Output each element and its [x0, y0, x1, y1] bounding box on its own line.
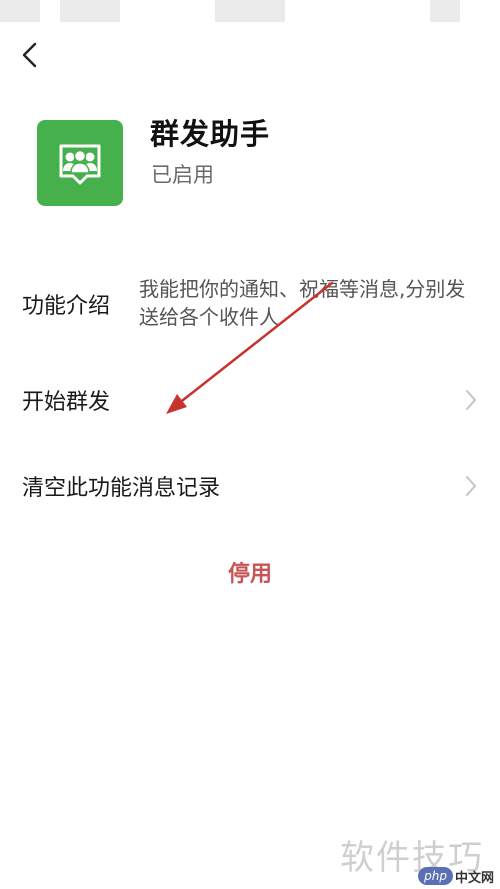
- chevron-right-icon: [466, 476, 476, 496]
- status-bar-blur: [215, 0, 285, 22]
- clear-history-label: 清空此功能消息记录: [22, 476, 221, 501]
- chevron-left-icon: [22, 42, 37, 68]
- site-name: 中文网: [454, 870, 494, 886]
- site-logo: php: [418, 867, 453, 885]
- feature-intro-label: 功能介绍: [22, 294, 111, 319]
- back-button[interactable]: [14, 38, 48, 72]
- disable-button[interactable]: 停用: [0, 556, 500, 588]
- feature-intro-description: 我能把你的通知、祝福等消息,分别发送给各个收件人: [139, 277, 466, 329]
- app-title: 群发助手: [150, 117, 271, 151]
- status-bar: [0, 0, 500, 30]
- start-broadcast-row[interactable]: 开始群发: [0, 360, 500, 440]
- app-icon: [37, 120, 123, 206]
- status-bar-blur: [430, 0, 460, 22]
- start-broadcast-label: 开始群发: [22, 390, 111, 415]
- group-people-icon: [59, 144, 101, 185]
- clear-history-row[interactable]: 清空此功能消息记录: [0, 444, 500, 524]
- site-badge: php 中文网: [418, 866, 494, 886]
- chevron-right-icon: [466, 390, 476, 410]
- status-bar-blur: [0, 0, 40, 22]
- status-bar-blur: [60, 0, 120, 22]
- app-status: 已启用: [151, 163, 214, 187]
